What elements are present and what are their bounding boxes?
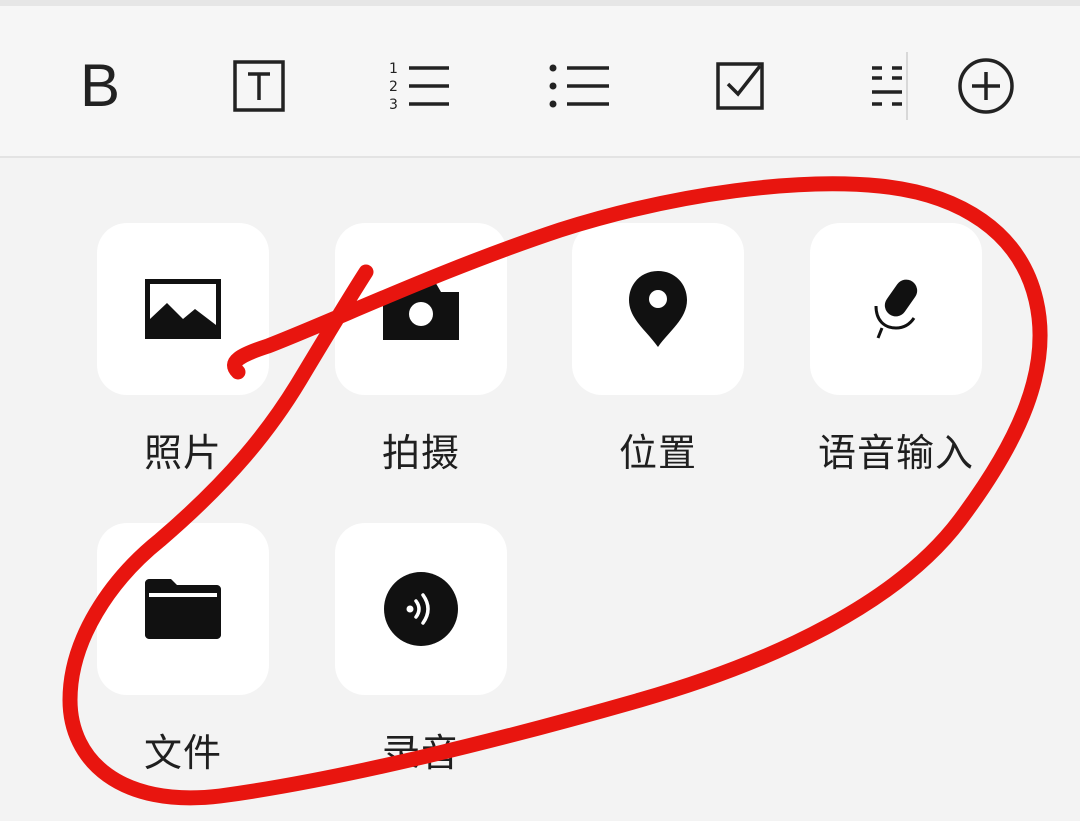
attach-file-label: 文件 bbox=[143, 731, 222, 775]
attach-record-button[interactable] bbox=[335, 523, 507, 695]
attach-photo-button[interactable] bbox=[97, 223, 269, 395]
camera-icon bbox=[383, 280, 459, 340]
audio-record-icon bbox=[384, 572, 458, 646]
divider-icon bbox=[872, 66, 902, 106]
toolbar-divider bbox=[0, 156, 1080, 158]
divider-button[interactable] bbox=[852, 50, 924, 122]
add-button[interactable] bbox=[950, 50, 1022, 122]
attach-camera-label: 拍摄 bbox=[381, 431, 460, 475]
checkbox-icon bbox=[716, 62, 764, 110]
bold-button[interactable]: B bbox=[64, 50, 136, 122]
folder-icon bbox=[145, 579, 221, 639]
attach-voice-input-label: 语音输入 bbox=[817, 431, 974, 475]
microphone-icon bbox=[874, 279, 918, 339]
formatting-toolbar: B 1 2 3 bbox=[0, 6, 1080, 156]
bold-icon: B bbox=[79, 52, 121, 119]
bulleted-list-icon bbox=[549, 64, 609, 108]
checkbox-button[interactable] bbox=[706, 50, 778, 122]
numbered-list-icon: 1 2 3 bbox=[389, 61, 449, 113]
svg-text:2: 2 bbox=[389, 79, 398, 95]
add-circle-icon bbox=[958, 58, 1014, 114]
attach-location-button[interactable] bbox=[572, 223, 744, 395]
bulleted-list-button[interactable] bbox=[543, 50, 615, 122]
attach-photo-label: 照片 bbox=[143, 431, 222, 475]
text-style-button[interactable] bbox=[223, 50, 295, 122]
location-pin-icon bbox=[629, 271, 687, 347]
toolbar-separator bbox=[906, 52, 908, 120]
attach-camera-button[interactable] bbox=[335, 223, 507, 395]
attach-record-label: 录音 bbox=[381, 731, 460, 775]
svg-text:1: 1 bbox=[389, 61, 398, 77]
attach-voice-input-button[interactable] bbox=[810, 223, 982, 395]
svg-text:3: 3 bbox=[389, 97, 398, 113]
attach-file-button[interactable] bbox=[97, 523, 269, 695]
numbered-list-button[interactable]: 1 2 3 bbox=[383, 50, 455, 122]
attach-location-label: 位置 bbox=[618, 431, 697, 475]
image-icon bbox=[145, 279, 221, 339]
text-style-icon bbox=[233, 60, 285, 112]
